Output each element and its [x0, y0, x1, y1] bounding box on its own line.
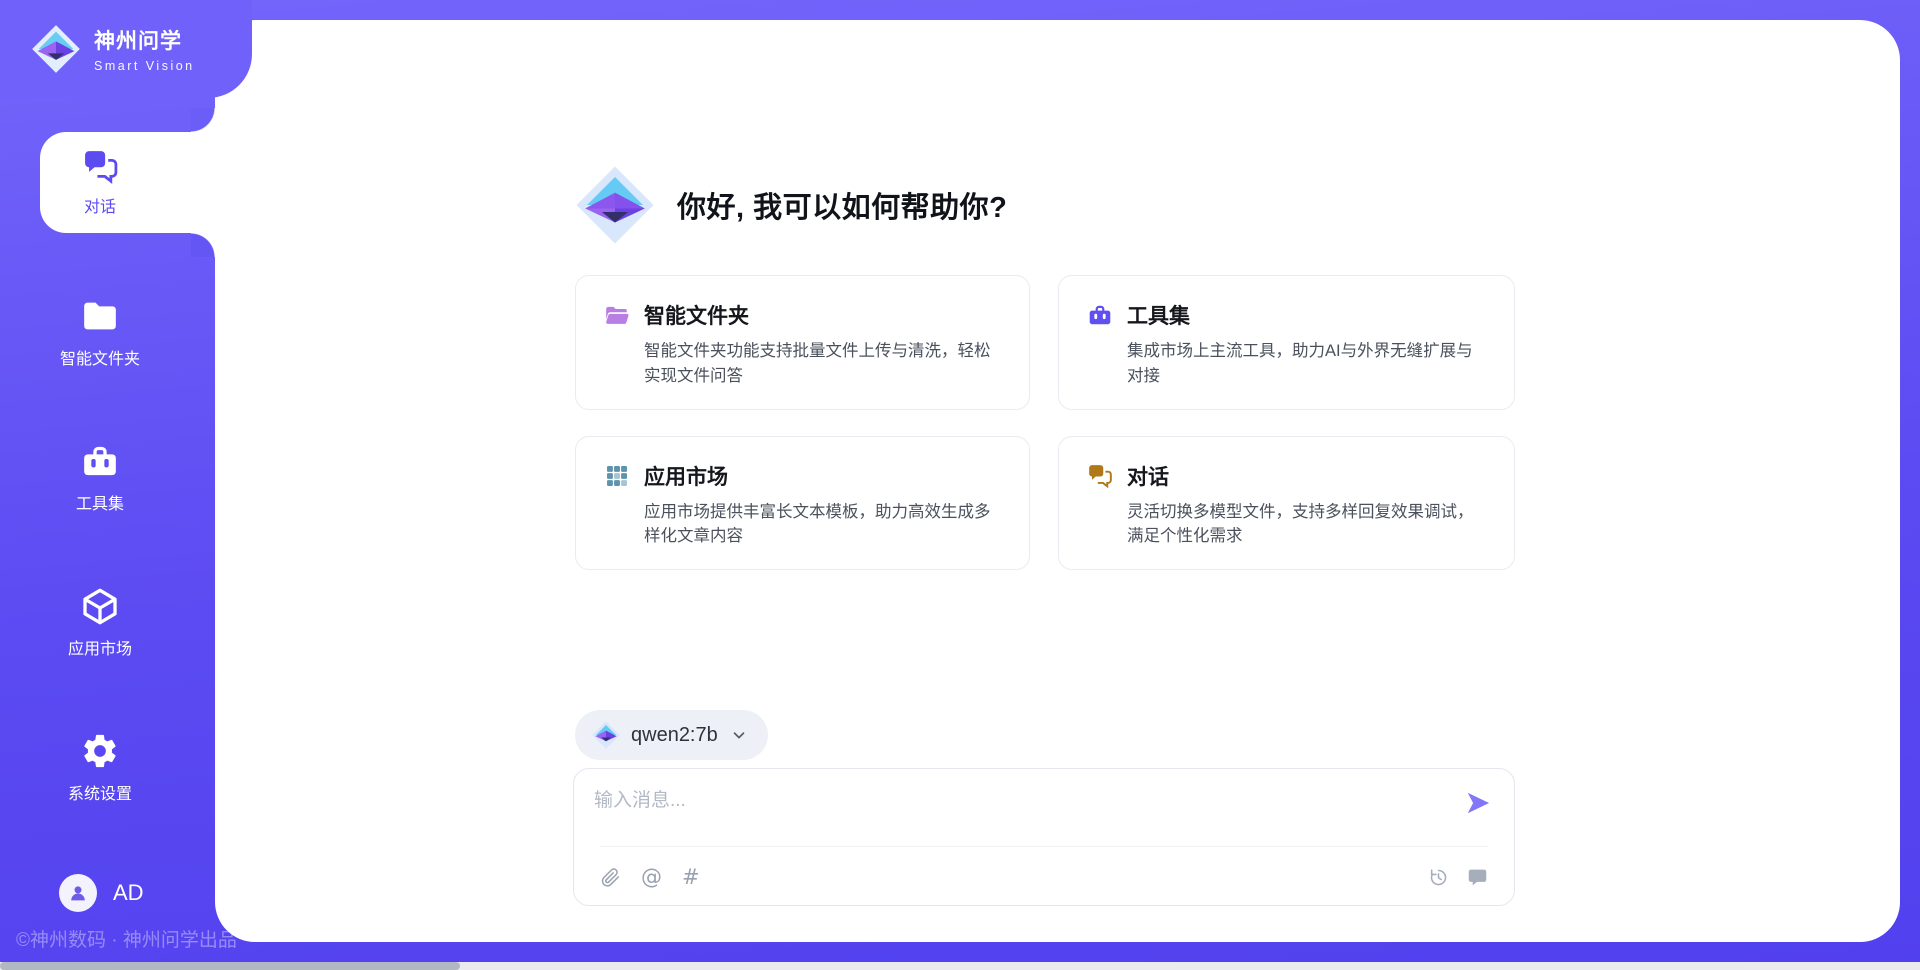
card-description: 应用市场提供丰富长文本模板，助力高效生成多样化文章内容	[644, 500, 1003, 550]
sidebar-item-smart-folder[interactable]: 智能文件夹	[30, 296, 170, 369]
card-title: 工具集	[1127, 300, 1190, 330]
sidebar-item-chat[interactable]: 对话	[40, 132, 215, 233]
chat-bubbles-icon	[1087, 463, 1113, 489]
folder-icon	[80, 296, 120, 336]
copyright-text: ©神州数码 · 神州问学出品	[16, 925, 237, 952]
send-icon	[1464, 789, 1492, 817]
chat-bubbles-icon	[82, 148, 119, 185]
paperclip-icon	[600, 867, 621, 888]
card-description: 灵活切换多模型文件，支持多样回复效果调试，满足个性化需求	[1127, 500, 1488, 550]
card-head: 工具集	[1087, 300, 1488, 330]
cube-icon	[80, 586, 120, 626]
sidebar-item-label: 智能文件夹	[60, 345, 140, 369]
user-profile[interactable]: AD	[59, 874, 144, 912]
card-toolset[interactable]: 工具集 集成市场上主流工具，助力AI与外界无缝扩展与对接	[1058, 275, 1515, 410]
history-icon	[1428, 867, 1449, 888]
greeting-row: 你好, 我可以如何帮助你?	[573, 163, 1007, 247]
sidebar-item-app-market[interactable]: 应用市场	[30, 586, 170, 659]
sidebar-item-toolset[interactable]: 工具集	[30, 441, 170, 514]
card-title: 应用市场	[644, 461, 728, 491]
scrollbar-thumb[interactable]	[0, 962, 460, 970]
gem-diamond-icon	[30, 23, 82, 75]
gem-diamond-icon	[591, 720, 621, 750]
sidebar-item-label: 对话	[84, 193, 116, 217]
gem-diamond-icon	[573, 163, 657, 247]
composer-left-tools: @ #	[600, 867, 700, 888]
tab-notch-bottom	[191, 233, 215, 257]
message-composer: @ #	[573, 768, 1515, 906]
card-head: 智能文件夹	[604, 300, 1003, 330]
grid-icon	[604, 463, 630, 489]
sidebar-item-label: 工具集	[76, 490, 124, 514]
card-smart-folder[interactable]: 智能文件夹 智能文件夹功能支持批量文件上传与清洗，轻松实现文件问答	[575, 275, 1030, 410]
horizontal-scrollbar[interactable]	[0, 962, 1920, 970]
comment-icon	[1467, 867, 1488, 888]
card-description: 集成市场上主流工具，助力AI与外界无缝扩展与对接	[1127, 339, 1488, 389]
sidebar-item-label: 系统设置	[68, 780, 132, 804]
composer-divider	[600, 846, 1488, 847]
brand-tagline: Smart Vision	[94, 59, 195, 73]
chevron-down-icon	[730, 726, 748, 744]
sidebar-item-content: 对话	[40, 148, 160, 217]
model-selector[interactable]: qwen2:7b	[575, 710, 768, 760]
card-title: 智能文件夹	[644, 300, 749, 330]
feature-cards: 智能文件夹 智能文件夹功能支持批量文件上传与清洗，轻松实现文件问答 工具集 集成…	[575, 275, 1515, 570]
composer-right-tools	[1428, 867, 1488, 888]
app-logo: 神州问学 Smart Vision	[0, 0, 252, 98]
card-head: 对话	[1087, 461, 1488, 491]
toolbox-icon	[1087, 302, 1113, 328]
attach-file-button[interactable]	[600, 867, 621, 888]
message-input[interactable]	[592, 783, 1442, 841]
card-app-market[interactable]: 应用市场 应用市场提供丰富长文本模板，助力高效生成多样化文章内容	[575, 436, 1030, 571]
user-name: AD	[113, 880, 144, 906]
toolbox-icon	[80, 441, 120, 481]
brand-name: 神州问学	[94, 25, 195, 55]
gear-icon	[80, 731, 120, 771]
greeting-title: 你好, 我可以如何帮助你?	[677, 184, 1007, 226]
main-content-panel: 你好, 我可以如何帮助你? 智能文件夹 智能文件夹功能支持批量文件上传与清洗，轻…	[215, 20, 1900, 942]
hash-icon[interactable]: #	[682, 867, 700, 888]
composer-toolbar: @ #	[600, 867, 1488, 888]
folder-open-icon	[604, 302, 630, 328]
send-button[interactable]	[1464, 789, 1492, 817]
card-chat[interactable]: 对话 灵活切换多模型文件，支持多样回复效果调试，满足个性化需求	[1058, 436, 1515, 571]
card-description: 智能文件夹功能支持批量文件上传与清洗，轻松实现文件问答	[644, 339, 1003, 389]
comment-button[interactable]	[1467, 867, 1488, 888]
card-head: 应用市场	[604, 461, 1003, 491]
brand-text: 神州问学 Smart Vision	[94, 25, 195, 73]
sidebar-item-settings[interactable]: 系统设置	[30, 731, 170, 804]
history-button[interactable]	[1428, 867, 1449, 888]
at-icon[interactable]: @	[641, 867, 662, 888]
sidebar-item-label: 应用市场	[68, 635, 132, 659]
card-title: 对话	[1127, 461, 1169, 491]
tab-notch-top	[191, 108, 215, 132]
avatar	[59, 874, 97, 912]
model-name: qwen2:7b	[631, 724, 718, 747]
person-icon	[67, 882, 89, 904]
